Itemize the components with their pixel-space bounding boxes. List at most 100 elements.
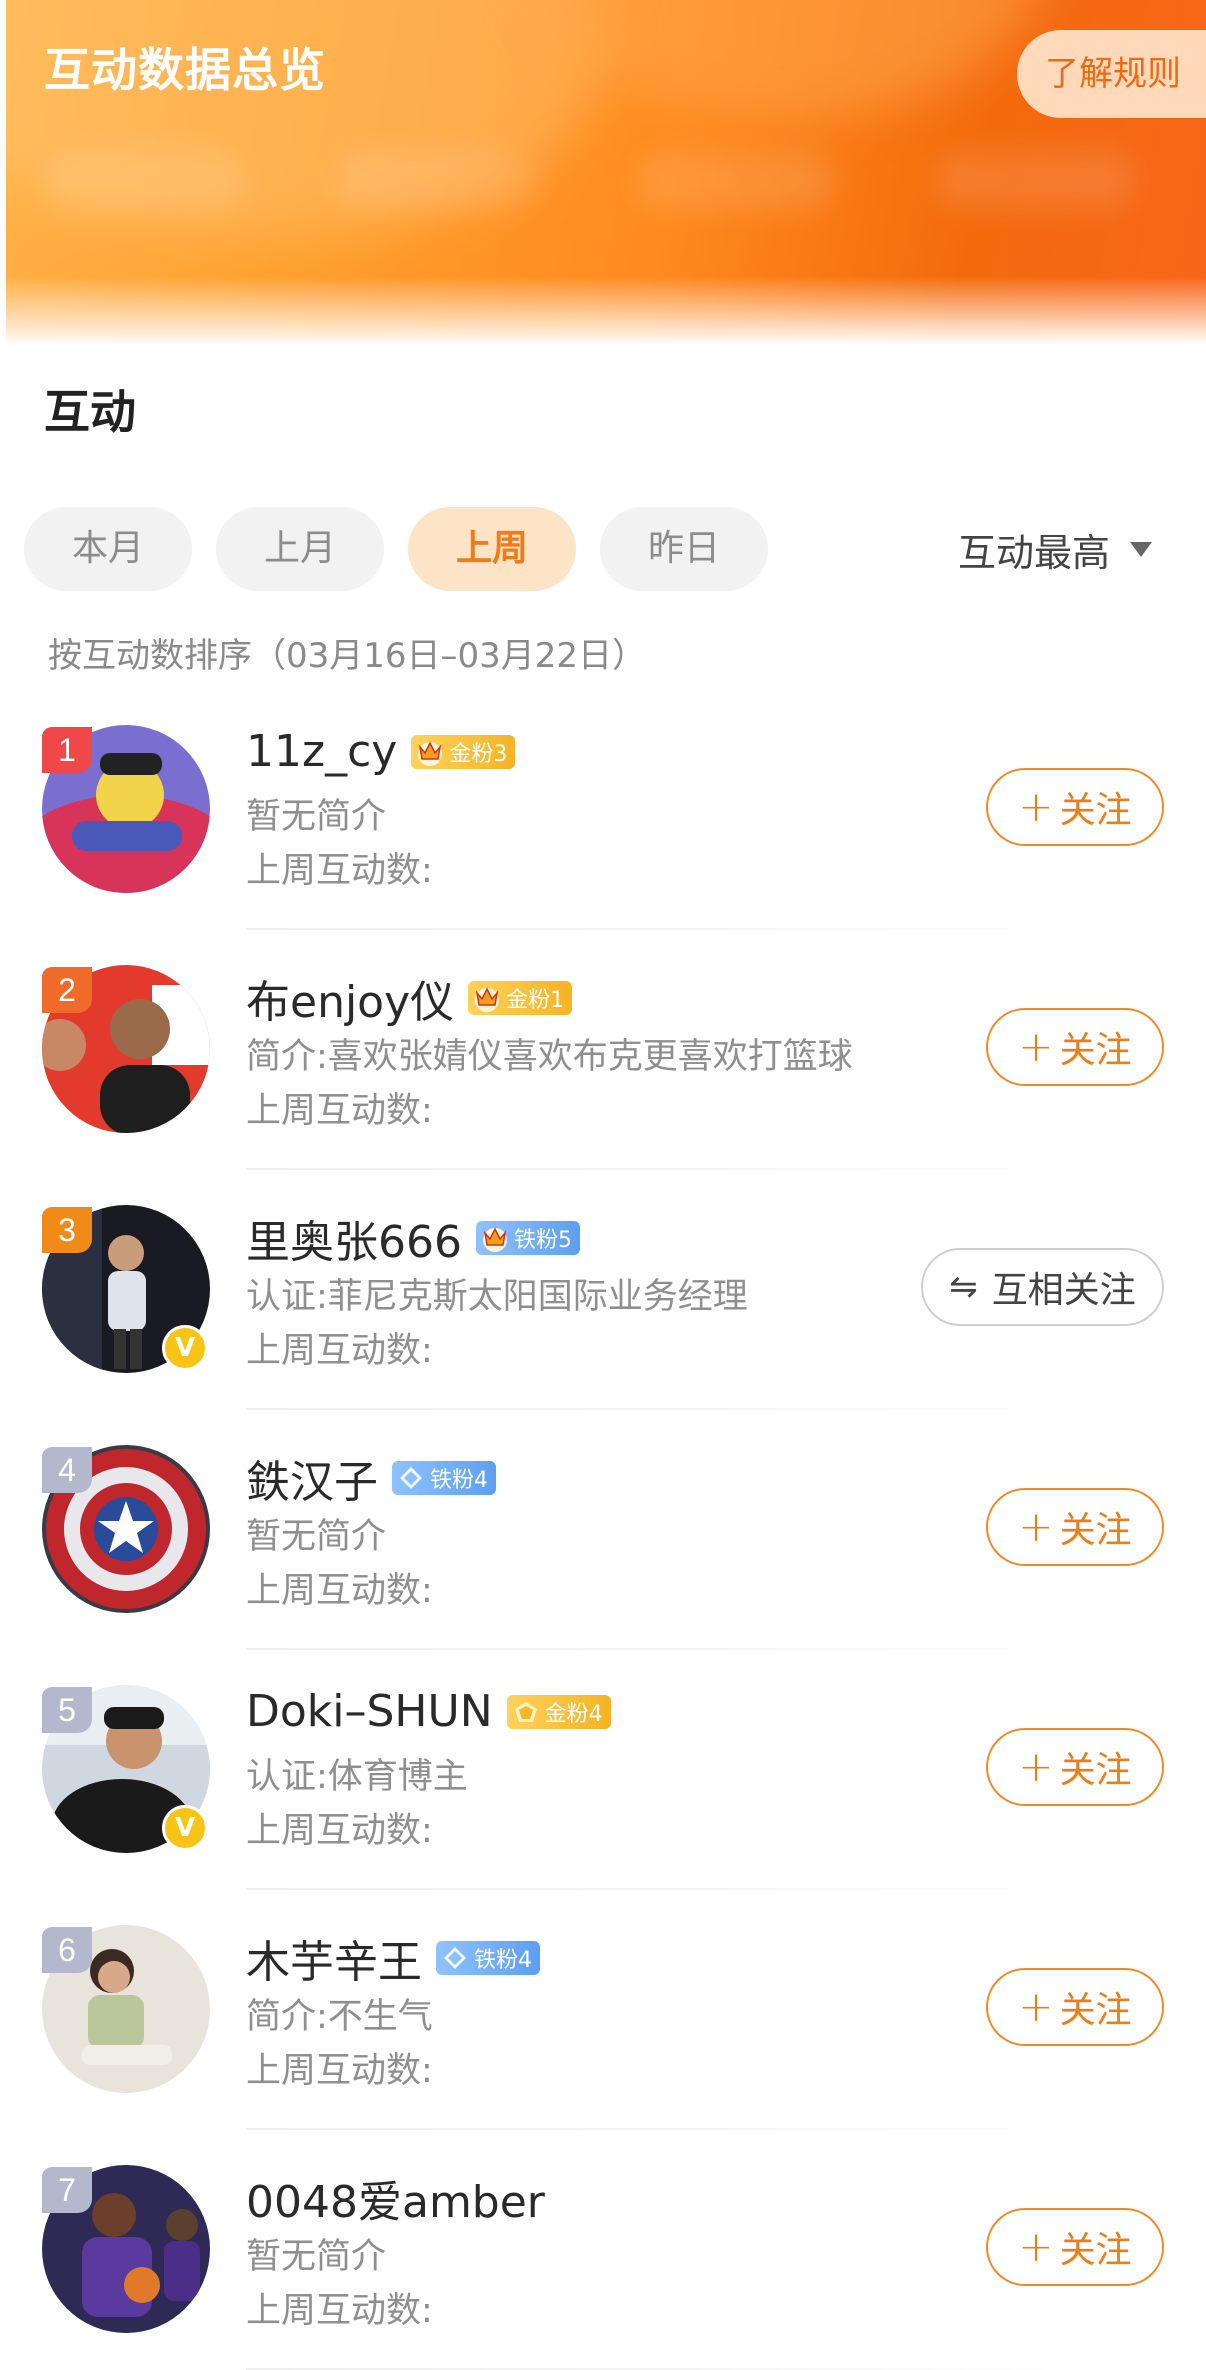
list-item[interactable]: 6 木芋辛王 铁粉4 简介:不生气 上周互动数: + 关注 xyxy=(0,1890,1206,2130)
blurred-stat xyxy=(336,150,536,210)
blurred-stat xyxy=(936,150,1136,210)
list-item[interactable]: 3 V 里奥张666 铁粉5 认证:菲尼克斯太阳国际业务经理 上周互动数: ⇋ 互… xyxy=(0,1170,1206,1410)
date-range: 按互动数排序（03月16日–03月22日） xyxy=(48,636,647,676)
user-name-line: 11z_cy 金粉3 xyxy=(246,726,516,777)
rank-badge: 7 xyxy=(42,2167,92,2213)
user-name-line: 鉄汉子 铁粉4 xyxy=(246,1446,496,1510)
fan-badge-label: 铁粉4 xyxy=(474,1948,532,1973)
verified-icon: V xyxy=(162,1805,208,1851)
tab-this-month[interactable]: 本月 xyxy=(24,507,192,591)
rank-badge: 2 xyxy=(42,967,92,1013)
list-item[interactable]: 4 鉄汉子 铁粉4 暂无简介 上周互动数: + 关注 xyxy=(0,1410,1206,1650)
banner-decoration xyxy=(526,0,1046,120)
fan-badge-label: 铁粉4 xyxy=(430,1468,488,1493)
fan-badge-label: 金粉4 xyxy=(544,1701,603,1727)
follow-button[interactable]: + 关注 xyxy=(986,2208,1164,2286)
caret-down-icon xyxy=(1130,542,1153,557)
follow-button-label: 关注 xyxy=(1059,1510,1132,1551)
list-item[interactable]: 5 V Doki–SHUN 金粉4 认证:体育博主 上周互动数: + 关注 xyxy=(0,1650,1206,1890)
user-name[interactable]: Doki–SHUN xyxy=(246,1686,493,1737)
user-name[interactable]: 0048爱amber xyxy=(246,2166,545,2230)
list-item[interactable]: 7 0048爱amber 暂无简介 上周互动数: + 关注 xyxy=(0,2130,1206,2370)
crown-icon xyxy=(480,1223,510,1253)
fan-badge: 铁粉5 xyxy=(475,1221,580,1255)
interaction-count-label: 上周互动数: xyxy=(246,1331,433,1371)
interaction-count-label: 上周互动数: xyxy=(246,1571,433,1611)
fan-badge-label: 铁粉5 xyxy=(513,1228,572,1253)
blurred-stat xyxy=(46,150,246,210)
interaction-count-label: 上周互动数: xyxy=(246,2291,433,2331)
fan-badge-label: 金粉1 xyxy=(506,988,565,1013)
user-name-line: 木芋辛王 铁粉4 xyxy=(246,1926,540,1990)
user-name-line: 布enjoy仪 金粉1 xyxy=(246,966,573,1030)
user-name-line: 里奥张666 铁粉5 xyxy=(246,1206,580,1270)
follow-button-label: 关注 xyxy=(1059,2230,1132,2271)
rank-badge: 3 xyxy=(42,1207,92,1253)
plus-icon: + xyxy=(1018,2222,1054,2271)
user-name[interactable]: 11z_cy xyxy=(246,726,397,777)
user-description: 认证:菲尼克斯太阳国际业务经理 xyxy=(246,1277,748,1317)
plus-icon: + xyxy=(1018,1742,1054,1791)
rank-badge: 1 xyxy=(42,727,92,773)
tab-last-week[interactable]: 上周 xyxy=(408,507,576,591)
follow-button[interactable]: + 关注 xyxy=(986,1728,1164,1806)
tab-yesterday[interactable]: 昨日 xyxy=(600,507,768,591)
user-description: 暂无简介 xyxy=(246,1517,387,1557)
verified-icon: V xyxy=(162,1325,208,1371)
page-title: 互动数据总览 xyxy=(44,43,326,97)
plus-icon: + xyxy=(1018,782,1054,831)
banner-fade xyxy=(6,276,1206,346)
tab-last-month[interactable]: 上月 xyxy=(216,507,384,591)
plus-icon: + xyxy=(1018,1502,1054,1551)
rank-badge: 4 xyxy=(42,1447,92,1493)
user-list: 1 11z_cy 金粉3 暂无简介 上周互动数: + 关注 2 布enjoy仪 金… xyxy=(0,690,1206,2370)
user-description: 简介:喜欢张婧仪喜欢布克更喜欢打篮球 xyxy=(246,1037,853,1077)
mutual-follow-button[interactable]: ⇋ 互相关注 xyxy=(921,1248,1164,1326)
user-description: 认证:体育博主 xyxy=(246,1757,468,1797)
plus-icon: + xyxy=(1018,1022,1054,1071)
crown-icon xyxy=(472,983,502,1013)
user-description: 暂无简介 xyxy=(246,797,387,837)
follow-button[interactable]: + 关注 xyxy=(986,768,1164,846)
list-item[interactable]: 2 布enjoy仪 金粉1 简介:喜欢张婧仪喜欢布克更喜欢打篮球 上周互动数: … xyxy=(0,930,1206,1170)
blurred-stat xyxy=(636,150,836,210)
rank-badge: 5 xyxy=(42,1687,92,1733)
sort-label: 互动最高 xyxy=(958,531,1111,575)
user-name[interactable]: 鉄汉子 xyxy=(246,1446,378,1510)
crown-icon xyxy=(415,737,445,767)
diamond-icon xyxy=(440,1943,470,1973)
diamond-icon xyxy=(396,1463,426,1493)
rank-badge: 6 xyxy=(42,1927,92,1973)
fan-badge-label: 金粉3 xyxy=(449,741,508,767)
user-description: 简介:不生气 xyxy=(246,1997,433,2037)
fan-badge: 铁粉4 xyxy=(392,1461,496,1495)
mutual-icon: ⇋ xyxy=(949,1267,978,1307)
interaction-count-label: 上周互动数: xyxy=(246,851,433,891)
user-name[interactable]: 木芋辛王 xyxy=(246,1926,422,1990)
pentagon-icon xyxy=(511,1697,541,1727)
fan-badge: 金粉1 xyxy=(468,981,573,1015)
fan-badge: 金粉4 xyxy=(506,1694,611,1729)
user-description: 暂无简介 xyxy=(246,2237,387,2277)
user-name-line: 0048爱amber xyxy=(246,2166,545,2230)
follow-button-label: 关注 xyxy=(1059,1030,1132,1071)
follow-button-label: 关注 xyxy=(1059,1750,1132,1791)
follow-button[interactable]: + 关注 xyxy=(986,1488,1164,1566)
follow-button-label: 关注 xyxy=(1059,1990,1132,2031)
rules-button[interactable]: 了解规则 xyxy=(1017,30,1206,118)
user-name[interactable]: 里奥张666 xyxy=(246,1206,462,1270)
plus-icon: + xyxy=(1018,1982,1054,2031)
period-tabs: 本月 上月 上周 昨日 xyxy=(24,507,768,591)
interaction-count-label: 上周互动数: xyxy=(246,1091,433,1131)
list-item[interactable]: 1 11z_cy 金粉3 暂无简介 上周互动数: + 关注 xyxy=(0,690,1206,930)
interaction-count-label: 上周互动数: xyxy=(246,1811,433,1851)
section-title: 互动 xyxy=(44,385,136,439)
follow-button-label: 互相关注 xyxy=(991,1270,1136,1311)
sort-dropdown[interactable]: 互动最高 xyxy=(958,522,1153,577)
fan-badge: 铁粉4 xyxy=(436,1941,540,1975)
user-name-line: Doki–SHUN 金粉4 xyxy=(246,1686,611,1737)
user-name[interactable]: 布enjoy仪 xyxy=(246,966,454,1030)
follow-button[interactable]: + 关注 xyxy=(986,1968,1164,2046)
follow-button-label: 关注 xyxy=(1059,790,1132,831)
follow-button[interactable]: + 关注 xyxy=(986,1008,1164,1086)
